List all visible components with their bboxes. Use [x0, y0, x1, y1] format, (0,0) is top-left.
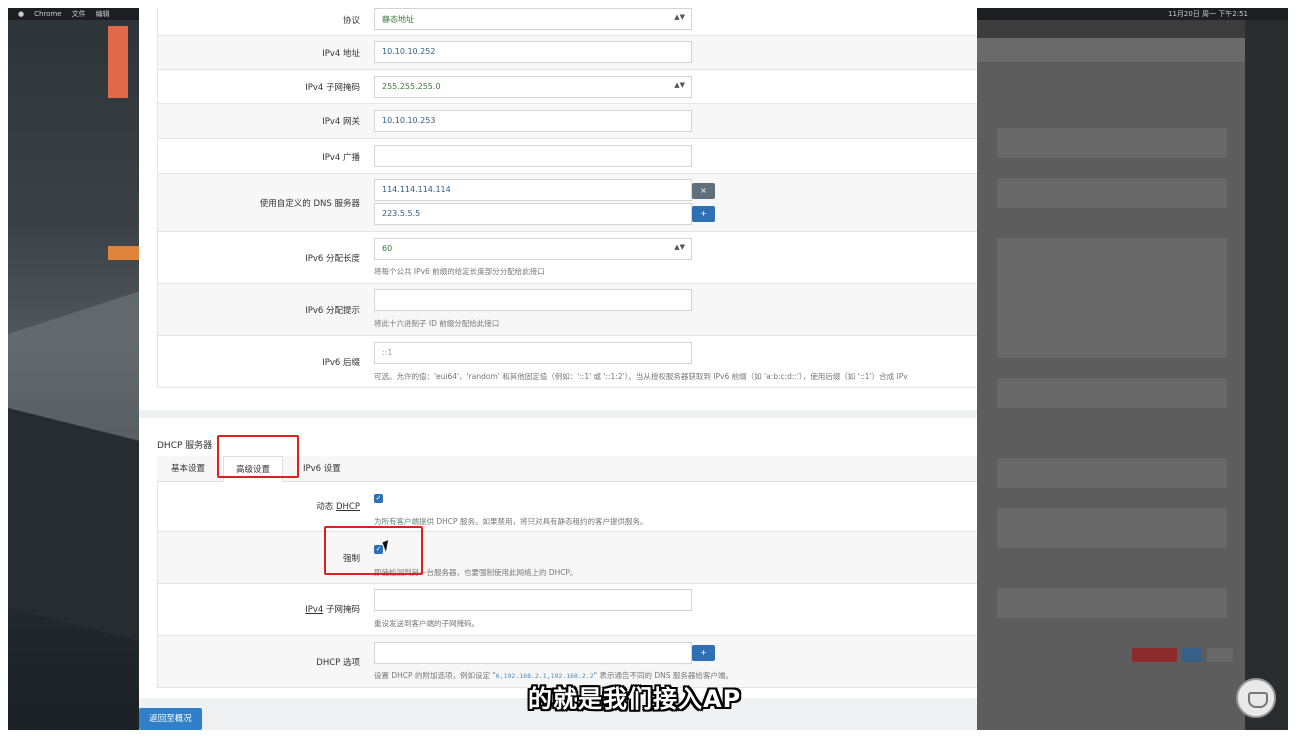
- frame-left: [0, 0, 8, 736]
- ipv6-assign-length-value: 60: [382, 244, 393, 253]
- ipv4-broadcast-input[interactable]: [374, 145, 692, 167]
- video-subtitle: 的就是我们接入AP: [528, 685, 742, 713]
- dynamic-dhcp-label-link: DHCP: [336, 502, 360, 512]
- dns-remove-button[interactable]: ×: [692, 183, 715, 199]
- highlight-force-checkbox: [324, 526, 423, 575]
- row-ipv4-address: IPv4 地址 10.10.10.252: [157, 36, 977, 70]
- ipv6-assign-length-hint: 将每个公共 IPv6 前缀的给定长度部分分配给此接口: [374, 267, 545, 276]
- openwrt-interface-page: 协议 静态地址 ▲▼ IPv4 地址 10.10.10.252 IPv4 子网掩…: [139, 8, 977, 730]
- ipv6-assign-hint-input[interactable]: [374, 289, 692, 311]
- row-protocol: 协议 静态地址 ▲▼: [157, 8, 977, 36]
- ipv6-suffix-label: IPv6 后缀: [322, 358, 360, 368]
- dynamic-dhcp-checkbox[interactable]: ✓: [374, 494, 383, 503]
- menu-edit[interactable]: 编辑: [96, 9, 110, 19]
- custom-dns-label: 使用自定义的 DNS 服务器: [259, 199, 360, 209]
- ipv4-netmask-label: IPv4 子网掩码: [305, 83, 360, 93]
- row-ipv6-assign-length: IPv6 分配长度 60 ▲▼ 将每个公共 IPv6 前缀的给定长度部分分配给此…: [157, 232, 977, 284]
- ipv4-netmask-value: 255.255.255.0: [382, 82, 441, 91]
- highlight-advanced-tab: [217, 435, 299, 478]
- ipv4-netmask-select[interactable]: 255.255.255.0 ▲▼: [374, 76, 692, 98]
- background-browser-toolbar: [977, 38, 1245, 62]
- frame-right: [1288, 0, 1296, 736]
- ipv6-assign-hint-label: IPv6 分配提示: [305, 306, 360, 316]
- dhcp-netmask-input[interactable]: [374, 589, 692, 611]
- row-ipv4-netmask: IPv4 子网掩码 255.255.255.0 ▲▼: [157, 70, 977, 104]
- dhcp-netmask-label-suffix: 子网掩码: [323, 605, 360, 615]
- row-dynamic-dhcp: 动态 DHCP ✓ 为所有客户端提供 DHCP 服务。如果禁用，将只对具有静态租…: [157, 482, 977, 532]
- ipv6-assign-length-select[interactable]: 60 ▲▼: [374, 238, 692, 260]
- ipv4-gateway-label: IPv4 网关: [322, 117, 360, 127]
- row-custom-dns: 使用自定义的 DNS 服务器 114.114.114.114 × 223.5.5…: [157, 174, 977, 232]
- menu-clock: 11月20日 周一 下午2:51: [1168, 10, 1248, 18]
- ipv6-assign-length-label: IPv6 分配长度: [305, 254, 360, 264]
- channel-logo-icon: [1236, 678, 1276, 718]
- protocol-label: 协议: [342, 16, 360, 26]
- ipv6-assign-hint-hint: 将此十六进制子 ID 前缀分配给此接口: [374, 319, 500, 328]
- back-to-overview-button[interactable]: 返回至概况: [139, 708, 202, 730]
- screen: ● Chrome 文件 编辑 11月20日 周一 下午2:51 协议 静态地址 …: [0, 0, 1296, 736]
- ipv6-suffix-input[interactable]: ::1: [374, 342, 692, 364]
- protocol-select[interactable]: 静态地址 ▲▼: [374, 8, 692, 30]
- background-window-edge: [108, 26, 128, 98]
- dhcp-netmask-label: IPv4 子网掩码: [305, 603, 360, 615]
- select-caret-icon: ▲▼: [674, 243, 685, 251]
- select-caret-icon: ▲▼: [674, 81, 685, 89]
- dhcp-options-add-button[interactable]: +: [692, 645, 715, 661]
- dns-input-2[interactable]: 223.5.5.5: [374, 203, 692, 225]
- row-ipv6-assign-hint: IPv6 分配提示 将此十六进制子 ID 前缀分配给此接口: [157, 284, 977, 336]
- desktop-left-background: [8, 8, 139, 730]
- frame-bottom: [0, 730, 1296, 736]
- dhcp-section-title: DHCP 服务器: [157, 441, 213, 451]
- general-settings-card: 协议 静态地址 ▲▼ IPv4 地址 10.10.10.252 IPv4 子网掩…: [139, 8, 977, 410]
- dhcp-netmask-label-link: IPv4: [305, 605, 324, 615]
- background-window-strip: [108, 246, 139, 260]
- row-ipv4-gateway: IPv4 网关 10.10.10.253: [157, 104, 977, 139]
- dynamic-dhcp-label-prefix: 动态: [316, 502, 336, 512]
- dns-add-button[interactable]: +: [692, 206, 715, 222]
- dns-input-1[interactable]: 114.114.114.114: [374, 179, 692, 201]
- menu-app-name[interactable]: Chrome: [34, 10, 61, 18]
- row-ipv4-broadcast: IPv4 广播: [157, 139, 977, 174]
- ipv6-suffix-hint: 可选。允许的值：'eui64'、'random' 和其他固定值（例如：'::1'…: [374, 372, 908, 381]
- dhcp-options-input[interactable]: [374, 642, 692, 664]
- frame-top: [0, 0, 1296, 8]
- ipv4-address-label: IPv4 地址: [322, 49, 360, 59]
- menu-file[interactable]: 文件: [72, 9, 86, 19]
- ipv4-broadcast-label: IPv4 广播: [322, 153, 360, 163]
- dhcp-options-label: DHCP 选项: [316, 658, 360, 668]
- ipv4-gateway-input[interactable]: 10.10.10.253: [374, 110, 692, 132]
- desktop-right-background: [977, 8, 1288, 730]
- row-dhcp-netmask: IPv4 子网掩码 重设发送到客户端的子网掩码。: [157, 584, 977, 636]
- protocol-value: 静态地址: [382, 15, 414, 24]
- dhcp-options-hint-prefix: 设置 DHCP 的附加选项，例如设定 ": [374, 671, 496, 680]
- row-ipv6-suffix: IPv6 后缀 ::1 可选。允许的值：'eui64'、'random' 和其他…: [157, 336, 977, 388]
- desktop-dock: [1245, 8, 1288, 730]
- dhcp-netmask-hint: 重设发送到客户端的子网掩码。: [374, 619, 479, 628]
- select-caret-icon: ▲▼: [674, 13, 685, 21]
- apple-icon[interactable]: ●: [18, 10, 24, 18]
- row-force-dhcp: 强制 ✓ 即使检测到另一台服务器，也要强制使用此网络上的 DHCP。: [157, 532, 977, 584]
- ipv4-address-input[interactable]: 10.10.10.252: [374, 41, 692, 63]
- dynamic-dhcp-label: 动态 DHCP: [316, 500, 360, 512]
- tab-basic-settings[interactable]: 基本设置: [159, 456, 217, 482]
- tab-ipv6-settings[interactable]: IPv6 设置: [291, 456, 353, 482]
